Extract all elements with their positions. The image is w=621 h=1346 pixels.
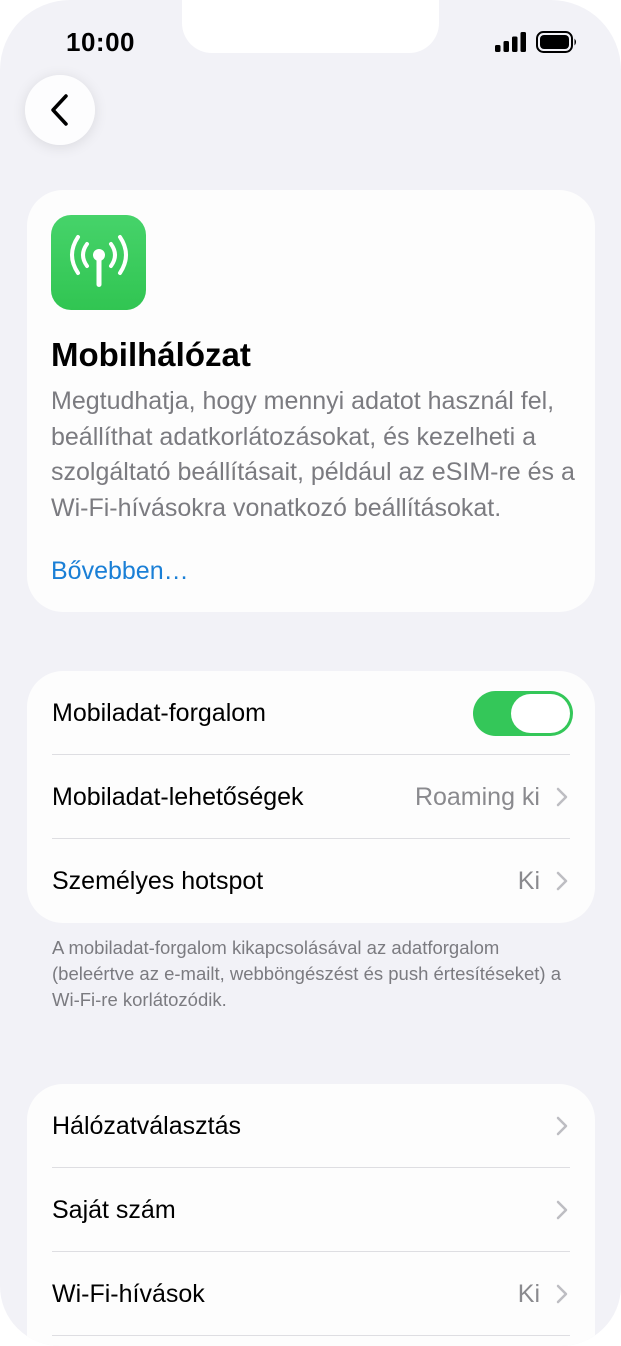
toggle-knob — [511, 694, 570, 733]
chevron-right-icon — [556, 1200, 568, 1220]
row-label: Hálózatválasztás — [52, 1112, 241, 1140]
mobile-data-group: Mobiladat-forgalom Mobiladat-lehetőségek… — [27, 671, 595, 923]
intro-description: Megtudhatja, hogy mennyi adatot használ … — [51, 387, 575, 522]
row-value: Roaming ki — [414, 783, 540, 811]
back-button[interactable] — [25, 75, 95, 145]
row-my-number[interactable]: Saját szám — [27, 1168, 595, 1252]
row-mobile-data[interactable]: Mobiladat-forgalom — [27, 671, 595, 755]
row-wifi-calling[interactable]: Wi-Fi-hívások Ki — [27, 1252, 595, 1336]
row-label: Wi-Fi-hívások — [52, 1280, 205, 1308]
chevron-left-icon — [51, 94, 68, 126]
status-time: 10:00 — [66, 27, 135, 57]
chevron-right-icon — [556, 787, 568, 807]
chevron-right-icon — [556, 1284, 568, 1304]
dynamic-island — [182, 0, 439, 53]
antenna-icon — [69, 234, 128, 287]
intro-card: Mobilhálózat Megtudhatja, hogy mennyi ad… — [27, 190, 595, 612]
divider — [52, 1335, 570, 1336]
page-title: Mobilhálózat — [51, 336, 251, 373]
row-mobile-data-options[interactable]: Mobiladat-lehetőségek Roaming ki — [27, 755, 595, 839]
row-personal-hotspot[interactable]: Személyes hotspot Ki — [27, 839, 595, 923]
mobile-data-footnote: A mobiladat-forgalom kikapcsolásával az … — [52, 937, 562, 1010]
row-value: Ki — [517, 1280, 540, 1308]
phone-screen: 10:00 Mobilhálózat Megtudhatja, hogy men… — [0, 0, 621, 1346]
learn-more-link[interactable]: Bővebben… — [51, 557, 189, 586]
row-network-selection[interactable]: Hálózatválasztás — [27, 1084, 595, 1168]
network-group: Hálózatválasztás Saját szám Wi-Fi-híváso… — [27, 1084, 595, 1346]
signal-bars-icon — [495, 32, 526, 52]
row-label: Mobiladat-forgalom — [52, 699, 266, 727]
battery-full-icon — [536, 31, 576, 53]
chevron-right-icon — [556, 1116, 568, 1136]
row-label: Mobiladat-lehetőségek — [52, 783, 304, 811]
mobile-data-toggle[interactable] — [473, 691, 573, 736]
mobile-network-app-icon — [51, 215, 146, 310]
chevron-right-icon — [556, 871, 568, 891]
row-label: Személyes hotspot — [52, 867, 264, 895]
row-label: Saját szám — [52, 1196, 176, 1224]
row-value: Ki — [517, 867, 540, 895]
